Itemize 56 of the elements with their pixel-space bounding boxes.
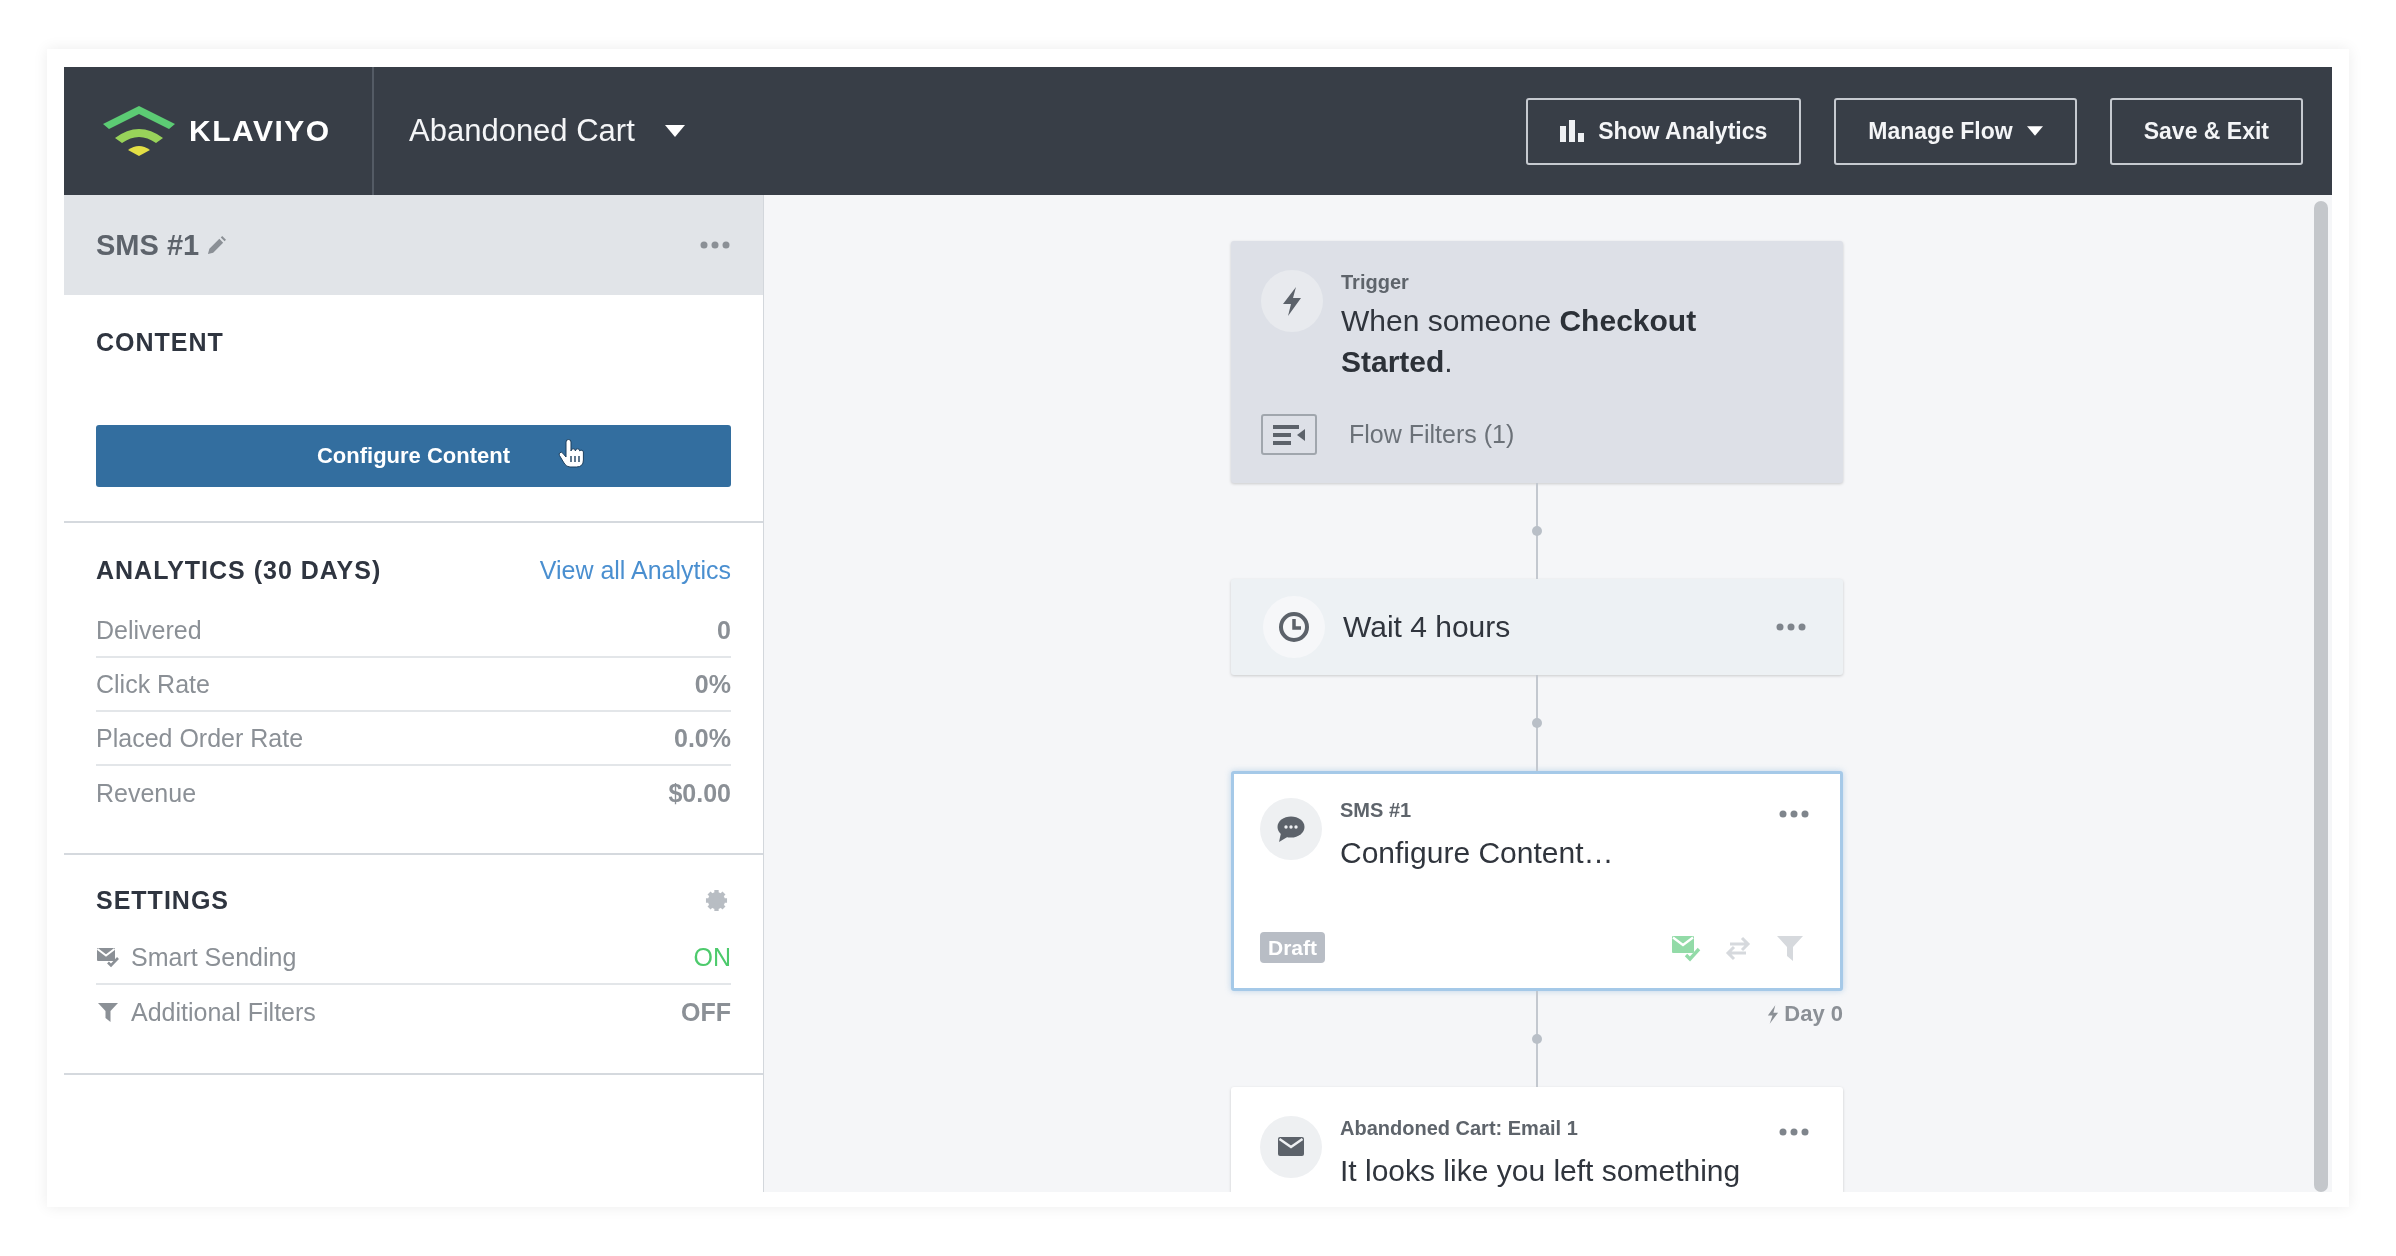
node-label: Trigger xyxy=(1341,270,1410,294)
logo-text: KLAVIYO xyxy=(189,114,331,148)
sms-node[interactable]: SMS #1 Configure Content… Draft xyxy=(1231,771,1843,991)
metric-value: 0.0% xyxy=(674,723,731,753)
flow-filters-icon[interactable] xyxy=(1261,414,1317,455)
setting-status: OFF xyxy=(681,997,731,1027)
setting-label: Additional Filters xyxy=(131,997,316,1027)
pointer-cursor-icon xyxy=(558,439,584,469)
delay-node[interactable]: Wait 4 hours xyxy=(1231,579,1843,675)
more-icon[interactable] xyxy=(1779,810,1809,818)
node-label: Abandoned Cart: Email 1 xyxy=(1340,1116,1579,1140)
save-exit-button[interactable]: Save & Exit xyxy=(2109,97,2303,165)
metric-label: Delivered xyxy=(96,615,202,645)
settings-icon[interactable] xyxy=(705,888,728,912)
show-analytics-button[interactable]: Show Analytics xyxy=(1526,97,1802,165)
bar-chart-icon xyxy=(1560,120,1585,142)
configure-content-button[interactable]: Configure Content xyxy=(96,425,731,487)
day-offset-label: Day 0 xyxy=(1784,1001,1843,1027)
section-heading: ANALYTICS (30 DAYS) xyxy=(96,555,382,585)
node-title: Configure Content… xyxy=(1340,835,1614,871)
delay-text: Wait 4 hours xyxy=(1343,609,1511,645)
more-icon[interactable] xyxy=(700,241,730,249)
metric-label: Placed Order Rate xyxy=(96,723,304,753)
metric-value: 0 xyxy=(717,615,731,645)
trigger-node[interactable]: Trigger When someone Checkout Started. Flow Filters (1) xyxy=(1231,241,1843,483)
metric-label: Revenue xyxy=(96,778,197,808)
metric-value: 0% xyxy=(694,669,731,699)
section-heading: CONTENT xyxy=(96,327,225,357)
metric-value: $0.00 xyxy=(668,778,731,808)
arcs-logo-icon xyxy=(101,106,177,156)
mail-check-icon xyxy=(96,946,120,968)
envelope-icon xyxy=(1260,1116,1322,1178)
caret-icon xyxy=(664,125,685,137)
scrollbar-thumb[interactable] xyxy=(2314,201,2328,1192)
more-icon[interactable] xyxy=(1779,1128,1809,1136)
bolt-icon xyxy=(1766,1004,1780,1024)
chat-bubble-icon xyxy=(1260,798,1322,860)
node-title: It looks like you left something xyxy=(1340,1153,1741,1189)
email-node[interactable]: Abandoned Cart: Email 1 It looks like you left something xyxy=(1231,1087,1843,1192)
panel-title: SMS #1 xyxy=(96,228,200,262)
flow-filters-link[interactable]: Flow Filters (1) xyxy=(1349,420,1515,449)
manage-flow-button[interactable]: Manage Flow xyxy=(1834,97,2077,165)
pencil-icon[interactable] xyxy=(207,235,227,255)
bolt-icon xyxy=(1261,270,1323,332)
metric-label: Click Rate xyxy=(96,669,210,699)
caret-icon xyxy=(2026,126,2043,136)
section-heading: SETTINGS xyxy=(96,885,229,915)
setting-status: ON xyxy=(693,942,731,972)
flow-name-dropdown[interactable]: Abandoned Cart xyxy=(407,107,687,155)
filter-icon xyxy=(96,1001,120,1023)
setting-label: Smart Sending xyxy=(131,942,297,972)
more-icon[interactable] xyxy=(1776,623,1806,631)
status-badge: Draft xyxy=(1260,932,1325,963)
node-label: SMS #1 xyxy=(1340,798,1413,822)
trigger-description: When someone Checkout Started. xyxy=(1341,303,1698,380)
clock-icon xyxy=(1263,596,1325,658)
